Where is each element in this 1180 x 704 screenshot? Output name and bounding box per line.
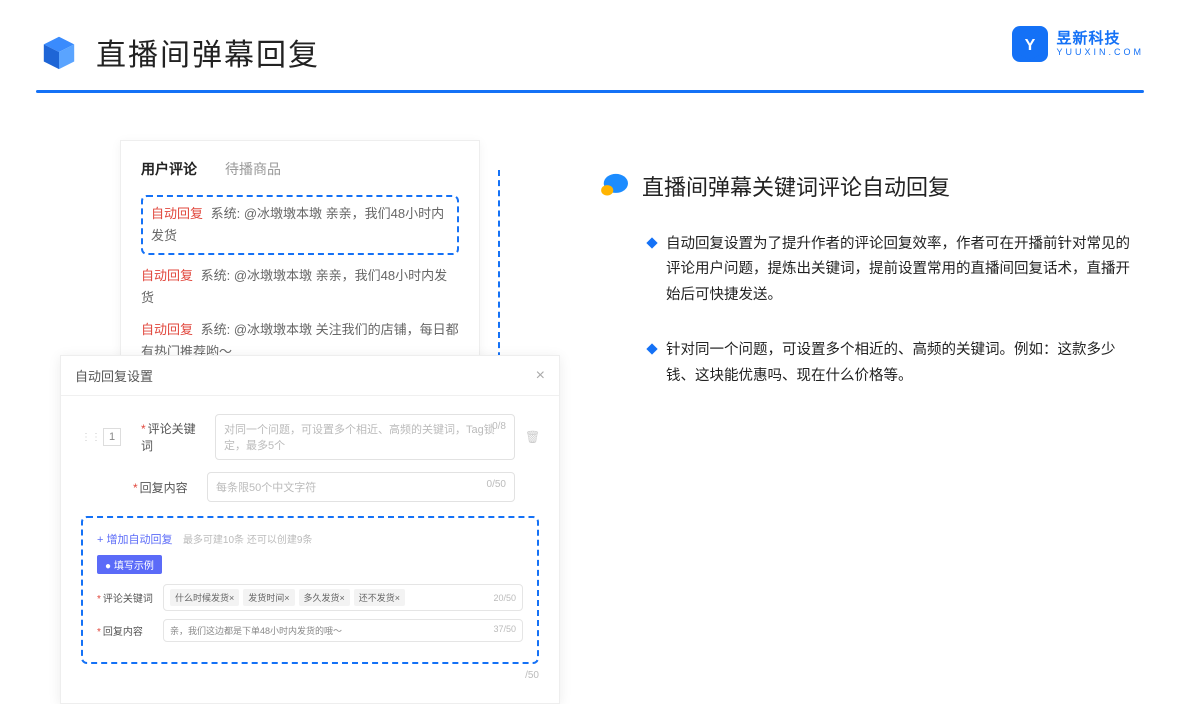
add-hint: 最多可建10条 还可以创建9条 — [183, 535, 312, 546]
chip[interactable]: 还不发货× — [354, 589, 405, 606]
highlighted-comment: 自动回复 系统: @冰墩墩本墩 亲亲，我们48小时内发货 — [141, 195, 459, 255]
section-title: 直播间弹幕关键词评论自动回复 — [642, 170, 950, 202]
reply-counter: 0/50 — [487, 479, 506, 490]
ex-reply-label: *回复内容 — [97, 623, 155, 638]
example-keyword-chips[interactable]: 什么时候发货× 发货时间× 多久发货× 还不发货× 20/50 — [163, 584, 523, 611]
chip[interactable]: 多久发货× — [299, 589, 350, 606]
brand-logo: Y 昱新科技 YUUXIN.COM — [1012, 26, 1144, 62]
example-badge: ● 填写示例 — [97, 555, 162, 574]
keyword-label: *评论关键词 — [141, 420, 205, 454]
example-reply-input[interactable]: 亲，我们这边都是下单48小时内发货的哦～ 37/50 — [163, 619, 523, 642]
auto-reply-settings-dialog: 自动回复设置 × ⋮⋮ 1 *评论关键词 对同一个问题，可设置多个相近、高频的关… — [60, 355, 560, 704]
brand-name-cn: 昱新科技 — [1056, 31, 1144, 46]
dialog-title: 自动回复设置 — [75, 366, 153, 385]
row-index: 1 — [103, 428, 121, 446]
page-title: 直播间弹幕回复 — [96, 30, 320, 74]
reply-label: *回复内容 — [133, 479, 197, 496]
close-icon[interactable]: × — [536, 367, 545, 385]
diamond-bullet-icon — [646, 343, 657, 354]
ex-reply-counter: 37/50 — [493, 624, 516, 634]
ex-keyword-label: *评论关键词 — [97, 590, 155, 605]
header-rule — [36, 90, 1144, 93]
auto-reply-tag: 自动回复 — [151, 206, 203, 221]
auto-reply-tag: 自动回复 — [141, 268, 193, 283]
comments-tabs: 用户评论 待播商品 — [141, 159, 459, 179]
keyword-input[interactable]: 对同一个问题，可设置多个相近、高频的关键词，Tag锁定，最多5个 0/8 — [215, 414, 515, 460]
svg-text:Y: Y — [1025, 37, 1036, 54]
drag-handle-icon[interactable]: ⋮⋮ — [81, 432, 93, 443]
dialog-header: 自动回复设置 × — [61, 356, 559, 396]
chip[interactable]: 什么时候发货× — [170, 589, 239, 606]
comment-row: 自动回复 系统: @冰墩墩本墩 亲亲，我们48小时内发货 — [141, 265, 459, 309]
cube-icon — [40, 33, 78, 71]
footer-counter: /50 — [81, 670, 539, 681]
screenshot-cluster: 用户评论 待播商品 自动回复 系统: @冰墩墩本墩 亲亲，我们48小时内发货 自… — [60, 140, 570, 630]
reply-form-row: *回复内容 每条限50个中文字符 0/50 — [81, 472, 539, 502]
bullet-item: 针对同一个问题，可设置多个相近的、高频的关键词。例如：这款多少钱、这块能优惠吗、… — [648, 338, 1130, 389]
example-reply-row: *回复内容 亲，我们这边都是下单48小时内发货的哦～ 37/50 — [97, 619, 523, 642]
add-auto-reply-link[interactable]: + 增加自动回复 — [97, 531, 172, 547]
chat-bubble-icon — [600, 173, 630, 199]
reply-input[interactable]: 每条限50个中文字符 0/50 — [207, 472, 515, 502]
page-header: 直播间弹幕回复 — [0, 0, 1180, 86]
tab-user-comments[interactable]: 用户评论 — [141, 159, 197, 179]
ex-keyword-counter: 20/50 — [493, 593, 516, 603]
bullet-text: 针对同一个问题，可设置多个相近的、高频的关键词。例如：这款多少钱、这块能优惠吗、… — [666, 338, 1130, 389]
keyword-form-row: ⋮⋮ 1 *评论关键词 对同一个问题，可设置多个相近、高频的关键词，Tag锁定，… — [81, 414, 539, 460]
bullet-list: 自动回复设置为了提升作者的评论回复效率，作者可在开播前针对常见的评论用户问题，提… — [600, 232, 1130, 389]
auto-reply-tag: 自动回复 — [141, 322, 193, 337]
bullet-text: 自动回复设置为了提升作者的评论回复效率，作者可在开播前针对常见的评论用户问题，提… — [666, 232, 1130, 308]
bullet-item: 自动回复设置为了提升作者的评论回复效率，作者可在开播前针对常见的评论用户问题，提… — [648, 232, 1130, 308]
chip[interactable]: 发货时间× — [243, 589, 294, 606]
tab-pending-products[interactable]: 待播商品 — [225, 159, 281, 179]
example-keyword-row: *评论关键词 什么时候发货× 发货时间× 多久发货× 还不发货× 20/50 — [97, 584, 523, 611]
brand-name-en: YUUXIN.COM — [1056, 48, 1144, 57]
example-highlight-box: + 增加自动回复 最多可建10条 还可以创建9条 ● 填写示例 *评论关键词 什… — [81, 516, 539, 664]
diamond-bullet-icon — [646, 237, 657, 248]
delete-icon[interactable]: 🗑 — [525, 430, 539, 444]
section-header: 直播间弹幕关键词评论自动回复 — [600, 170, 1130, 202]
keyword-counter: 0/8 — [492, 421, 506, 432]
brand-hex-icon: Y — [1012, 26, 1048, 62]
explanation-panel: 直播间弹幕关键词评论自动回复 自动回复设置为了提升作者的评论回复效率，作者可在开… — [600, 170, 1130, 419]
